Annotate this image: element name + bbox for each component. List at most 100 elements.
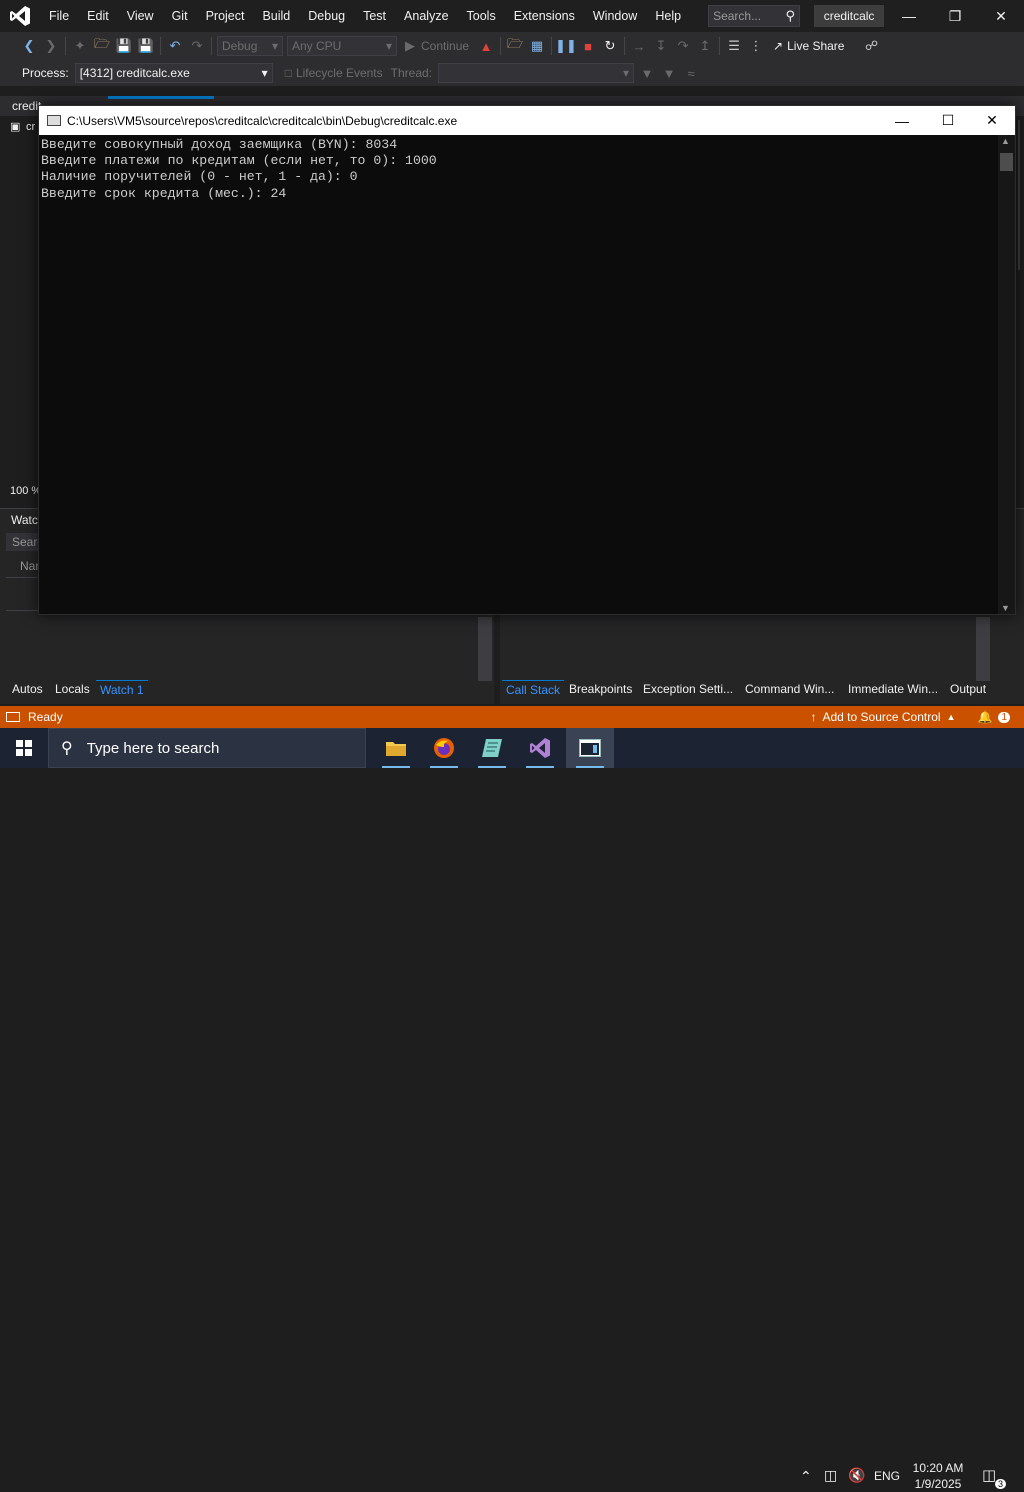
pause-icon[interactable]: ❚❚ <box>555 35 577 57</box>
open-folder-icon[interactable]: 🗁 <box>91 35 113 57</box>
save-icon[interactable]: 💾 <box>113 35 135 57</box>
minimize-button[interactable]: — <box>886 0 932 32</box>
show-next-statement-icon[interactable]: → <box>628 35 650 57</box>
filter-icon[interactable]: ▼ <box>636 62 658 84</box>
console-app-icon <box>47 115 61 126</box>
menu-extensions[interactable]: Extensions <box>505 0 584 32</box>
console-maximize-button[interactable]: ☐ <box>925 106 971 135</box>
restore-button[interactable]: ❐ <box>932 0 978 32</box>
chevron-up-icon[interactable]: ⌃ <box>800 1468 812 1485</box>
network-icon[interactable]: ◫ <box>824 1467 837 1484</box>
menu-git[interactable]: Git <box>163 0 197 32</box>
console-line: Введите совокупный доход заемщика (BYN):… <box>41 137 398 152</box>
configuration-dropdown[interactable]: Debug ▾ <box>217 36 283 56</box>
menu-help[interactable]: Help <box>646 0 690 32</box>
new-project-icon[interactable]: ✦ <box>69 35 91 57</box>
zoom-level[interactable]: 100 % <box>10 485 41 497</box>
search-icon: ⚲ <box>785 8 796 23</box>
platform-dropdown[interactable]: Any CPU ▾ <box>287 36 397 56</box>
tab-breakpoints[interactable]: Breakpoints <box>565 680 636 698</box>
chevron-down-icon: ▾ <box>385 39 392 53</box>
watch-name-header: Nar <box>20 559 40 573</box>
continue-button[interactable]: Continue <box>421 39 469 53</box>
call-stack-scrollbar[interactable] <box>976 617 990 681</box>
watch-scrollbar[interactable] <box>478 617 492 681</box>
menu-debug[interactable]: Debug <box>299 0 354 32</box>
step-into-icon[interactable]: ↧ <box>650 35 672 57</box>
menu-view[interactable]: View <box>118 0 163 32</box>
hot-reload-flame-icon[interactable]: ▲ <box>475 35 497 57</box>
thread-label: Thread: <box>390 66 433 80</box>
console-output[interactable]: Введите совокупный доход заемщика (BYN):… <box>39 135 999 614</box>
search-input[interactable]: Search... ⚲ <box>708 5 801 27</box>
tab-exception-settings[interactable]: Exception Setti... <box>639 680 737 698</box>
csharp-file-label[interactable]: cr <box>26 121 35 133</box>
step-out-icon[interactable]: ↥ <box>694 35 716 57</box>
menu-project[interactable]: Project <box>197 0 254 32</box>
browse-folder-icon[interactable]: 🗁 <box>504 35 526 57</box>
restart-icon[interactable]: ↻ <box>599 35 621 57</box>
feedback-icon[interactable]: ☍ <box>860 35 882 57</box>
tab-output[interactable]: Output <box>946 680 990 698</box>
tab-watch-1[interactable]: Watch 1 <box>96 680 148 698</box>
tab-locals[interactable]: Locals <box>51 680 94 698</box>
console-app-icon <box>579 739 601 757</box>
title-menu-bar: File Edit View Git Project Build Debug T… <box>0 0 1024 32</box>
step-over-icon[interactable]: ↷ <box>672 35 694 57</box>
play-icon[interactable]: ▶ <box>399 35 421 57</box>
tab-autos[interactable]: Autos <box>8 680 47 698</box>
taskbar-firefox[interactable] <box>420 728 468 768</box>
redo-icon[interactable]: ↷ <box>186 35 208 57</box>
menu-test[interactable]: Test <box>354 0 395 32</box>
filter-clear-icon[interactable]: ▼ <box>658 62 680 84</box>
notifications-bell-icon[interactable]: 🔔 <box>977 710 992 724</box>
menu-analyze[interactable]: Analyze <box>395 0 457 32</box>
taskbar-file-explorer[interactable] <box>372 728 420 768</box>
console-scroll-thumb[interactable] <box>1000 153 1013 171</box>
chevron-down-icon: ▾ <box>271 39 278 53</box>
tab-immediate-window[interactable]: Immediate Win... <box>844 680 942 698</box>
clock[interactable]: 10:20 AM 1/9/2025 <box>906 1460 970 1492</box>
stack-frame-icon[interactable]: ≈ <box>680 62 702 84</box>
scroll-down-icon[interactable]: ▼ <box>1001 603 1010 613</box>
scroll-up-icon[interactable]: ▲ <box>1001 136 1010 146</box>
console-titlebar[interactable]: C:\Users\VM5\source\repos\creditcalc\cre… <box>39 106 1015 135</box>
forward-icon[interactable]: ❯ <box>40 35 62 57</box>
menu-file[interactable]: File <box>40 0 78 32</box>
console-window: C:\Users\VM5\source\repos\creditcalc\cre… <box>38 105 1016 615</box>
process-dropdown[interactable]: [4312] creditcalc.exe ▾ <box>74 63 273 83</box>
taskbar-visual-studio[interactable] <box>516 728 564 768</box>
console-minimize-button[interactable]: — <box>879 106 925 135</box>
tab-command-window[interactable]: Command Win... <box>741 680 838 698</box>
menu-build[interactable]: Build <box>253 0 299 32</box>
lifecycle-events-dropdown[interactable]: Lifecycle Events <box>296 66 383 80</box>
menu-tools[interactable]: Tools <box>458 0 505 32</box>
visual-studio-logo-icon[interactable] <box>0 0 40 32</box>
back-icon[interactable]: ❮ <box>18 35 40 57</box>
diagnostic-tools-icon[interactable]: ▦ <box>526 35 548 57</box>
toolbar-overflow-icon[interactable]: ⋮ <box>745 35 767 57</box>
thread-dropdown[interactable]: ▾ <box>438 63 635 83</box>
menu-window[interactable]: Window <box>584 0 646 32</box>
console-scrollbar[interactable]: ▲ ▼ <box>998 135 1015 614</box>
stop-icon[interactable]: ■ <box>577 35 599 57</box>
taskbar-console[interactable] <box>566 728 614 768</box>
console-close-button[interactable]: ✕ <box>969 106 1015 135</box>
tab-call-stack[interactable]: Call Stack <box>502 680 565 698</box>
breakpoint-settings-icon[interactable]: ☰ <box>723 35 745 57</box>
save-all-icon[interactable]: 💾 <box>135 35 157 57</box>
action-center-icon[interactable]: ◫ <box>982 1466 996 1484</box>
close-button[interactable]: ✕ <box>978 0 1024 32</box>
volume-muted-icon[interactable]: 🔇 <box>848 1467 865 1484</box>
taskbar-notes-app[interactable] <box>468 728 516 768</box>
document-tab[interactable]: credit <box>12 99 41 113</box>
firefox-icon <box>434 738 454 758</box>
editor-scrollbar[interactable] <box>1018 120 1020 270</box>
menu-edit[interactable]: Edit <box>78 0 118 32</box>
taskbar-search-input[interactable]: ⚲ Type here to search <box>48 728 366 768</box>
add-to-source-control-button[interactable]: Add to Source Control <box>822 710 940 724</box>
start-button[interactable] <box>0 728 48 768</box>
live-share-button[interactable]: Live Share <box>787 39 844 53</box>
undo-icon[interactable]: ↶ <box>164 35 186 57</box>
language-indicator[interactable]: ENG <box>874 1469 900 1483</box>
